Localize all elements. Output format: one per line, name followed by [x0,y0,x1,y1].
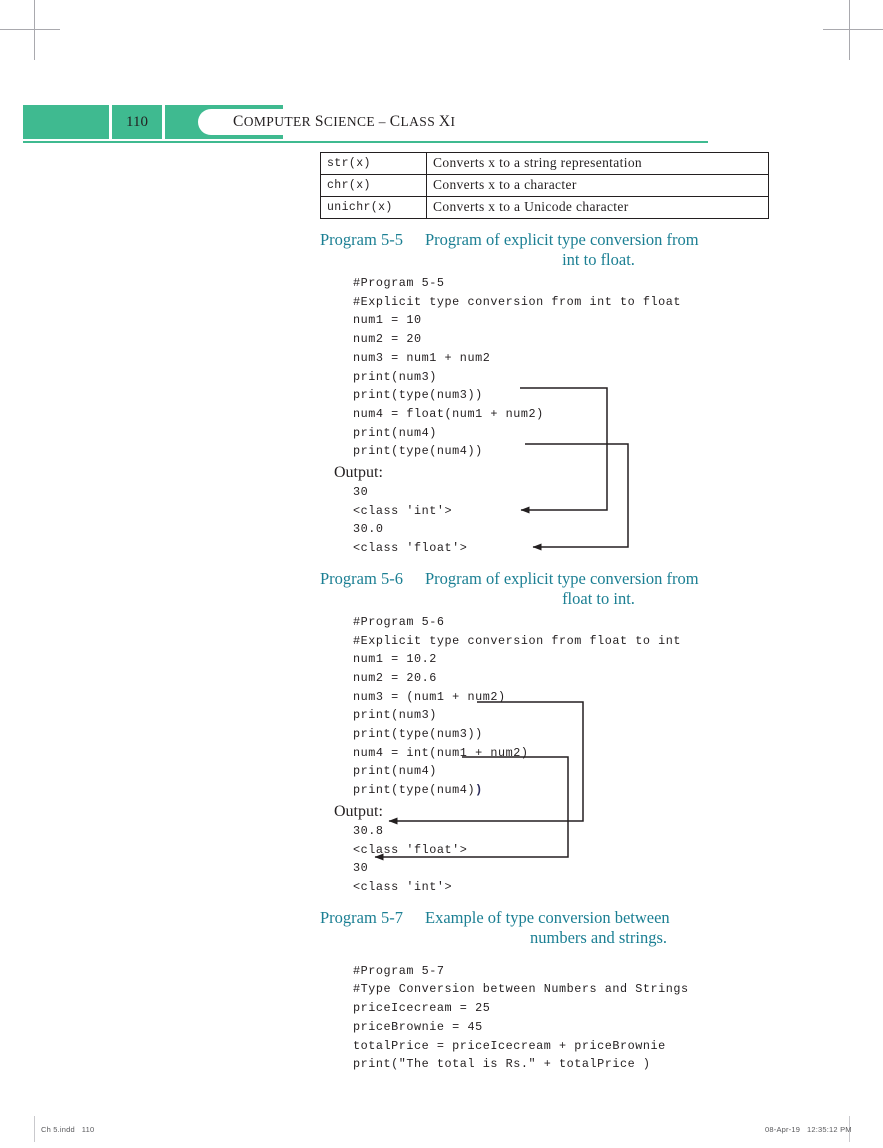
program-title-line1: Program of explicit type conversion from [425,568,699,588]
crop-mark-top-left-vertical [34,0,35,60]
table-row: str(x) Converts x to a string representa… [320,152,769,175]
program-title-line2: numbers and strings. [529,927,668,947]
program-output-5-5: 30 <class 'int'> 30.0 <class 'float'> [353,485,468,556]
function-name-cell: chr(x) [320,174,427,197]
table-row: chr(x) Converts x to a character [320,174,769,197]
program-title-line1: Program of explicit type conversion from [425,230,699,249]
program-code-5-7: #Program 5-7 #Type Conversion between Nu… [353,963,689,1072]
program-heading-5-5: Program 5-5 Program of explicit type con… [320,230,772,270]
running-head-title: COMPUTER SCIENCE – CLASS XI [233,113,456,130]
program-title-line1: Example of type conversion between [425,907,670,927]
function-name-cell: unichr(x) [320,196,427,219]
program-label: Program 5-5 [320,230,403,249]
program-label: Program 5-6 [320,568,403,588]
header-rule [23,141,708,143]
crop-mark-top-right-vertical [849,0,850,60]
function-desc-cell: Converts x to a Unicode character [426,196,769,219]
program-code-5-6-text: #Program 5-6 #Explicit type conversion f… [353,614,682,798]
footer-timestamp: 08-Apr-19 12:35:12 PM [765,1125,852,1134]
program-title-line2: float to int. [562,588,635,608]
crop-mark-top-right-horizontal [823,29,883,30]
output-label-5-6: Output: [334,802,383,820]
program-output-5-6: 30.8 <class 'float'> 30 <class 'int'> [353,823,468,894]
table-body: str(x) Converts x to a string representa… [320,152,769,219]
program-label: Program 5-7 [320,907,403,927]
page-number: 110 [126,114,148,130]
program-code-5-5: #Program 5-5 #Explicit type conversion f… [353,276,682,459]
running-head: 110 COMPUTER SCIENCE – CLASS XI [23,105,883,143]
output-label-5-5: Output: [334,464,383,482]
program-heading-5-6: Program 5-6 Program of explicit type con… [320,569,772,609]
program-code-5-6: #Program 5-6 #Explicit type conversion f… [353,613,772,800]
program-heading-5-7: Program 5-7 Example of type conversion b… [320,908,772,948]
type-conversion-functions-table: str(x) Converts x to a string representa… [320,152,769,219]
footer-file-name: Ch 5.indd 110 [41,1125,95,1134]
program-title-line2: int to float. [562,250,635,269]
table-row: unichr(x) Converts x to a Unicode charac… [320,196,769,219]
header-green-block-left [23,105,109,139]
footer-rule-left [34,1116,35,1142]
function-desc-cell: Converts x to a character [426,174,769,197]
function-name-cell: str(x) [320,152,427,175]
function-desc-cell: Converts x to a string representation [426,152,769,175]
page-content: str(x) Converts x to a string representa… [320,152,772,1074]
crop-mark-top-left-horizontal [0,29,60,30]
program-code-5-6-bold-paren: ) [475,783,483,798]
